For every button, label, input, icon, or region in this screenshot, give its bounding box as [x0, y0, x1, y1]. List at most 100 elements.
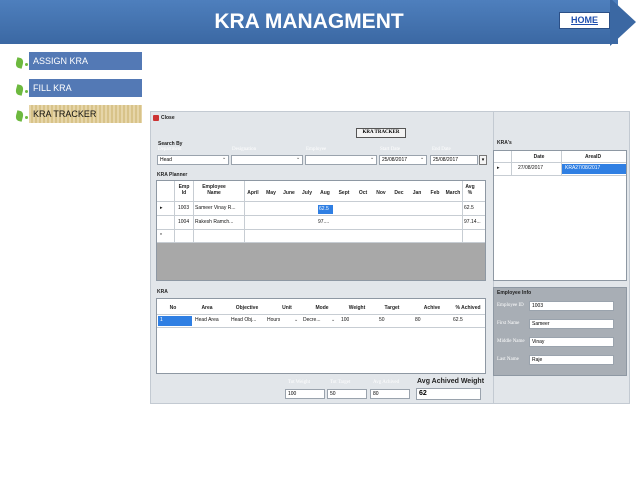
planner-cell-name[interactable]: Rakesh Ramch... [195, 218, 245, 227]
end-date-label: End Date [432, 147, 451, 152]
kra-planner-grid[interactable]: Emp Id Employee Name April May June July… [156, 180, 486, 281]
employee-id-field[interactable]: 1003 [529, 301, 614, 311]
col-april: April [247, 190, 259, 196]
planner-cell-aug[interactable]: 97.... [318, 218, 329, 227]
col-mode: Mode [315, 305, 329, 311]
col-weight: Weight [348, 305, 366, 311]
tot-target-field[interactable]: 50 [327, 389, 367, 399]
chevron-down-icon[interactable]: ⌄ [370, 155, 374, 161]
header-banner: KRA MANAGMENT HOME [0, 0, 638, 46]
col-march: March [445, 190, 461, 196]
chevron-down-icon[interactable]: ⌄ [222, 155, 226, 161]
col-avg: Avg % [465, 184, 475, 196]
col-dec: Dec [394, 190, 404, 196]
calendar-icon[interactable]: ▾ [479, 155, 487, 165]
end-date-value: 25/08/2017 [433, 157, 459, 163]
close-icon[interactable] [153, 115, 159, 121]
col-employee-name: Employee Name [202, 184, 226, 196]
col-pct-achived: % Achived [455, 305, 481, 311]
divider [494, 162, 626, 163]
divider [494, 175, 626, 176]
kra-cell-objective[interactable]: Head Obj... [231, 316, 256, 325]
last-name-field[interactable]: Raje [529, 355, 614, 365]
kra-cell-pct[interactable]: 62.5 [453, 316, 463, 325]
dot-icon [25, 63, 28, 66]
chevron-down-icon[interactable]: ⌄ [331, 317, 335, 323]
designation-select[interactable] [231, 155, 303, 165]
home-button[interactable]: HOME [559, 12, 610, 29]
divider [157, 201, 485, 202]
col-date: Date [533, 154, 545, 160]
planner-cell-emp-id[interactable]: 1004 [178, 218, 189, 227]
planner-cell-aug[interactable]: 62.5 [318, 205, 333, 214]
col-achive: Achive [423, 305, 441, 311]
col-unit: Unit [282, 305, 292, 311]
last-name-label: Last Name [497, 357, 519, 362]
divider [244, 181, 245, 243]
divider [511, 151, 512, 175]
close-button[interactable]: Close [161, 115, 175, 121]
chevron-down-icon[interactable]: ⌄ [420, 155, 424, 161]
divider [561, 151, 562, 175]
designation-label: Designation [232, 147, 257, 152]
middle-name-field[interactable]: Vinay [529, 337, 614, 347]
empty-grid-area [157, 243, 485, 280]
avg-achived-field[interactable]: 80 [370, 389, 410, 399]
divider [193, 181, 194, 243]
divider [174, 181, 175, 243]
kras-grid[interactable]: Date AreaID ▸ 27/08/2017 KRA27/08/2017 [493, 150, 627, 281]
col-area-id: AreaID [584, 154, 602, 160]
planner-cell-emp-id[interactable]: 1003 [178, 204, 189, 213]
department-select[interactable]: Head [157, 155, 229, 165]
col-june: June [283, 190, 295, 196]
kra-cell-no[interactable]: 1 [158, 316, 192, 326]
kra-cell-achive[interactable]: 80 [415, 316, 421, 325]
kra-cell-area[interactable]: Head Area [195, 316, 219, 325]
divider [157, 327, 485, 328]
chevron-down-icon[interactable]: ⌄ [296, 155, 300, 161]
kra-label: KRA [157, 289, 168, 295]
divider [157, 314, 485, 315]
department-value: Head [160, 157, 172, 163]
dot-icon [25, 90, 28, 93]
nav-fill-kra[interactable]: FILL KRA [29, 79, 142, 97]
planner-cell-avg[interactable]: 62.5 [464, 204, 474, 213]
col-feb: Feb [430, 190, 440, 196]
employee-label: Employee [306, 147, 327, 152]
kras-cell-date[interactable]: 27/08/2017 [518, 164, 543, 173]
tot-weight-label: Tot Weight [288, 380, 311, 385]
kras-label: KRA's [497, 140, 512, 146]
employee-info-label: Employee Info [497, 290, 532, 296]
tot-weight-field[interactable]: 100 [285, 389, 325, 399]
kra-cell-mode[interactable]: Decre... [303, 316, 321, 325]
leaf-bullet-icon [14, 84, 25, 96]
avg-achived-weight-field[interactable]: 62 [416, 388, 481, 400]
kra-detail-grid[interactable]: No Area Objective Unit Mode Weight Targe… [156, 298, 486, 374]
col-sept: Sept [338, 190, 350, 196]
col-emp-id: Emp Id [178, 184, 190, 196]
form-title: KRA TRACKER [356, 128, 406, 138]
divider [462, 181, 463, 243]
new-row-marker: * [160, 233, 162, 239]
middle-name-label: Middle Name [497, 339, 525, 344]
kra-cell-target[interactable]: 50 [379, 316, 385, 325]
kras-cell-area-id[interactable]: KRA27/08/2017 [562, 164, 626, 174]
first-name-field[interactable]: Sameer [529, 319, 614, 329]
divider [157, 229, 485, 230]
col-area: Area [201, 305, 213, 311]
end-date-picker[interactable]: 25/08/2017 [430, 155, 478, 165]
divider [157, 215, 485, 216]
tot-target-label: Tot Target [330, 380, 351, 385]
nav-kra-tracker[interactable]: KRA TRACKER [29, 105, 142, 123]
planner-cell-name[interactable]: Sameer Vinay R... [195, 204, 245, 213]
col-may: May [266, 190, 276, 196]
kra-cell-weight[interactable]: 100 [341, 316, 349, 325]
employee-select[interactable] [305, 155, 377, 165]
dot-icon [25, 116, 28, 119]
planner-cell-avg[interactable]: 97.14... [464, 218, 481, 227]
kra-cell-unit[interactable]: Hours [267, 316, 280, 325]
leaf-bullet-icon [14, 110, 25, 122]
nav-assign-kra[interactable]: ASSIGN KRA [29, 52, 142, 70]
kra-planner-label: KRA Planner [157, 172, 188, 178]
chevron-down-icon[interactable]: ⌄ [294, 317, 298, 323]
